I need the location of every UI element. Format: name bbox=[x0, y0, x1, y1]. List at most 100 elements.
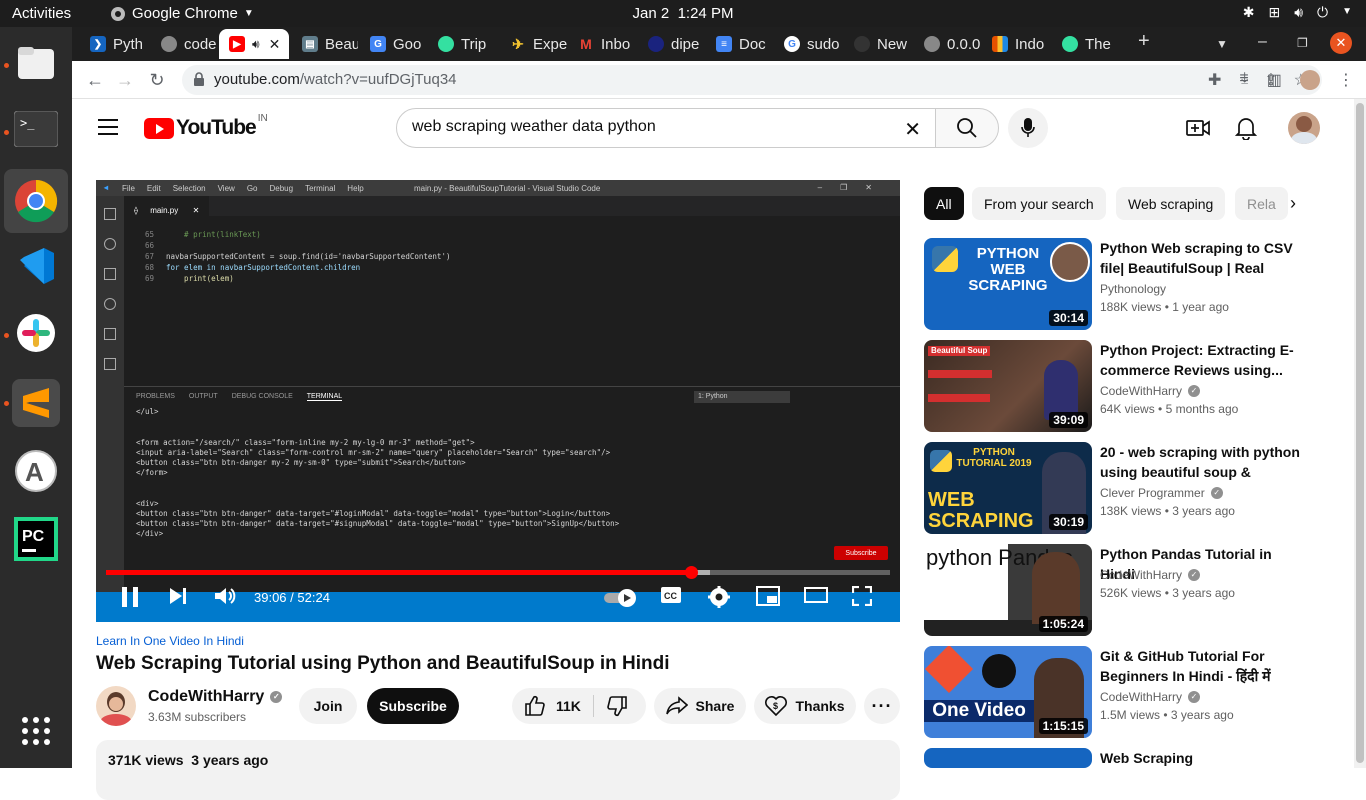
media-control-icon[interactable]: ≡ bbox=[1239, 70, 1248, 90]
progress-bar[interactable] bbox=[106, 566, 890, 579]
power-icon[interactable]: ⏻ bbox=[1317, 4, 1328, 21]
new-tab-button[interactable]: + bbox=[1138, 30, 1150, 53]
channel-name[interactable]: CodeWithHarry ✓ bbox=[1100, 384, 1201, 398]
chip-related[interactable]: Rela bbox=[1235, 187, 1288, 220]
video-title[interactable]: 20 - web scraping with python using beau… bbox=[1100, 442, 1306, 482]
reload-button[interactable]: ↻ bbox=[144, 67, 170, 93]
video-player[interactable]: ◂ File Edit Selection View Go Debug Terminal He… bbox=[96, 180, 900, 622]
vscode-icon[interactable] bbox=[12, 242, 60, 290]
volume-icon[interactable]: 🔊︎ bbox=[1294, 4, 1303, 21]
software-center-icon[interactable]: A bbox=[12, 447, 60, 495]
clock[interactable]: Jan 2 1:24 PM bbox=[633, 5, 734, 22]
tab[interactable]: ❯ Pyth bbox=[80, 29, 150, 59]
dislike-button[interactable] bbox=[594, 695, 628, 717]
minimize-button[interactable]: – bbox=[1258, 33, 1267, 51]
recommendation-item[interactable]: PYTHON WEB SCRAPING 30:14 Python Web scr… bbox=[924, 238, 1324, 330]
profile-avatar-icon[interactable] bbox=[1299, 70, 1320, 90]
scrollbar-thumb[interactable] bbox=[1356, 103, 1364, 763]
tab[interactable]: ✈ Expe bbox=[500, 29, 570, 59]
tab[interactable]: dipe bbox=[638, 29, 704, 59]
channel-name[interactable]: CodeWithHarry ✓ bbox=[1100, 568, 1201, 582]
page-scrollbar[interactable] bbox=[1354, 99, 1366, 768]
tab-close-icon[interactable]: ✕ bbox=[269, 36, 281, 53]
miniplayer-button[interactable] bbox=[756, 586, 780, 606]
tab[interactable]: ▤ Beau bbox=[292, 29, 358, 59]
tab[interactable]: Gsudo bbox=[774, 29, 844, 59]
channel-name[interactable]: Clever Programmer ✓ bbox=[1100, 486, 1223, 500]
fullscreen-button[interactable] bbox=[852, 586, 872, 606]
clear-search-icon[interactable]: ✕ bbox=[904, 117, 921, 142]
video-thumbnail[interactable]: python Pandas 1:05:24 bbox=[924, 544, 1092, 636]
tab[interactable]: ≡ Doc bbox=[706, 29, 772, 59]
search-button[interactable] bbox=[935, 108, 999, 148]
back-button[interactable]: ← bbox=[82, 67, 108, 93]
search-box[interactable]: ✕ bbox=[396, 108, 936, 148]
close-window-button[interactable]: ✕ bbox=[1330, 32, 1352, 54]
tab[interactable]: 0.0.0 bbox=[914, 29, 980, 59]
guide-menu-icon[interactable] bbox=[98, 119, 118, 135]
tab[interactable]: New bbox=[844, 29, 912, 59]
subscribe-button[interactable]: Subscribe bbox=[367, 688, 459, 724]
voice-search-button[interactable] bbox=[1008, 108, 1048, 148]
notifications-button[interactable] bbox=[1234, 116, 1258, 145]
join-button[interactable]: Join bbox=[299, 688, 357, 724]
chip-web-scraping[interactable]: Web scraping bbox=[1116, 187, 1226, 220]
tab-active-youtube[interactable]: ▶ 🔊︎ ✕ bbox=[219, 29, 289, 59]
channel-name[interactable]: CodeWithHarry ✓ bbox=[148, 688, 283, 706]
video-title[interactable]: Python Web scraping to CSV file| Beautif… bbox=[1100, 238, 1306, 278]
tab[interactable]: Indo bbox=[982, 29, 1050, 59]
next-button[interactable] bbox=[168, 586, 188, 606]
share-button[interactable]: Share bbox=[654, 688, 746, 724]
mute-button[interactable] bbox=[214, 586, 236, 606]
tab[interactable]: M Inbo bbox=[568, 29, 638, 59]
video-title[interactable]: Git & GitHub Tutorial For Beginners In H… bbox=[1100, 646, 1306, 686]
theater-mode-button[interactable] bbox=[804, 586, 828, 604]
chevron-down-icon[interactable]: ▼ bbox=[1342, 4, 1352, 21]
side-panel-icon[interactable]: ▥ bbox=[1267, 70, 1282, 90]
chrome-icon[interactable] bbox=[4, 169, 68, 233]
network-icon[interactable]: ⊞ bbox=[1268, 4, 1280, 21]
video-thumbnail[interactable]: Beautiful Soup 39:09 bbox=[924, 340, 1092, 432]
pycharm-icon[interactable]: PC bbox=[12, 515, 60, 563]
search-input[interactable] bbox=[412, 118, 882, 136]
extensions-icon[interactable]: ✚ bbox=[1208, 70, 1221, 90]
create-video-button[interactable] bbox=[1186, 116, 1210, 145]
tab[interactable]: G Goo bbox=[360, 29, 426, 59]
settings-button[interactable] bbox=[708, 586, 730, 608]
channel-name[interactable]: Pythonology bbox=[1100, 282, 1166, 296]
autoplay-toggle[interactable] bbox=[604, 588, 638, 608]
terminal-icon[interactable]: >_ bbox=[12, 105, 60, 153]
tab[interactable]: Trip bbox=[428, 29, 498, 59]
restore-button[interactable]: ❐ bbox=[1297, 36, 1308, 50]
video-title[interactable]: Python Project: Extracting E-commerce Re… bbox=[1100, 340, 1306, 380]
video-thumbnail[interactable]: One Video 1:15:15 bbox=[924, 646, 1092, 738]
app-menu[interactable]: Google Chrome ▼ bbox=[110, 5, 254, 22]
address-bar[interactable]: youtube.com/watch?v=uufDGjTuq34 ⤓ ⇪ ☆ bbox=[182, 65, 1322, 95]
audio-playing-icon[interactable]: 🔊︎ bbox=[252, 37, 260, 52]
lock-icon[interactable] bbox=[194, 72, 204, 86]
files-icon[interactable] bbox=[12, 39, 60, 87]
chip-all[interactable]: All bbox=[924, 187, 964, 220]
video-thumbnail[interactable]: PYTHON TUTORIAL 2019 WEB SCRAPING 30:19 bbox=[924, 442, 1092, 534]
subscribe-watermark[interactable]: Subscribe bbox=[834, 546, 888, 560]
video-title[interactable]: Web Scraping bbox=[1100, 748, 1306, 768]
sublime-icon[interactable] bbox=[12, 379, 60, 427]
recommendation-item[interactable]: python Pandas 1:05:24 Python Pandas Tuto… bbox=[924, 544, 1324, 636]
chevron-right-icon[interactable]: › bbox=[1290, 193, 1296, 214]
video-thumbnail[interactable] bbox=[924, 748, 1092, 768]
video-thumbnail[interactable]: PYTHON WEB SCRAPING 30:14 bbox=[924, 238, 1092, 330]
chrome-menu-icon[interactable]: ⋮ bbox=[1338, 70, 1354, 90]
like-button[interactable]: 11K bbox=[524, 695, 594, 717]
apps-grid-icon[interactable] bbox=[12, 707, 60, 755]
chip-from-your-search[interactable]: From your search bbox=[972, 187, 1106, 220]
tab-search-chevron-icon[interactable]: ▼ bbox=[1216, 37, 1228, 51]
thanks-button[interactable]: $ Thanks bbox=[754, 688, 856, 724]
channel-name[interactable]: CodeWithHarry ✓ bbox=[1100, 690, 1201, 704]
captions-button[interactable]: CC bbox=[660, 586, 682, 604]
more-actions-button[interactable]: ··· bbox=[864, 688, 900, 724]
channel-avatar[interactable] bbox=[96, 686, 136, 726]
youtube-logo[interactable]: YouTube IN bbox=[144, 113, 268, 140]
pause-button[interactable] bbox=[120, 586, 140, 608]
tab[interactable]: The bbox=[1052, 29, 1122, 59]
forward-button[interactable]: → bbox=[112, 67, 138, 93]
